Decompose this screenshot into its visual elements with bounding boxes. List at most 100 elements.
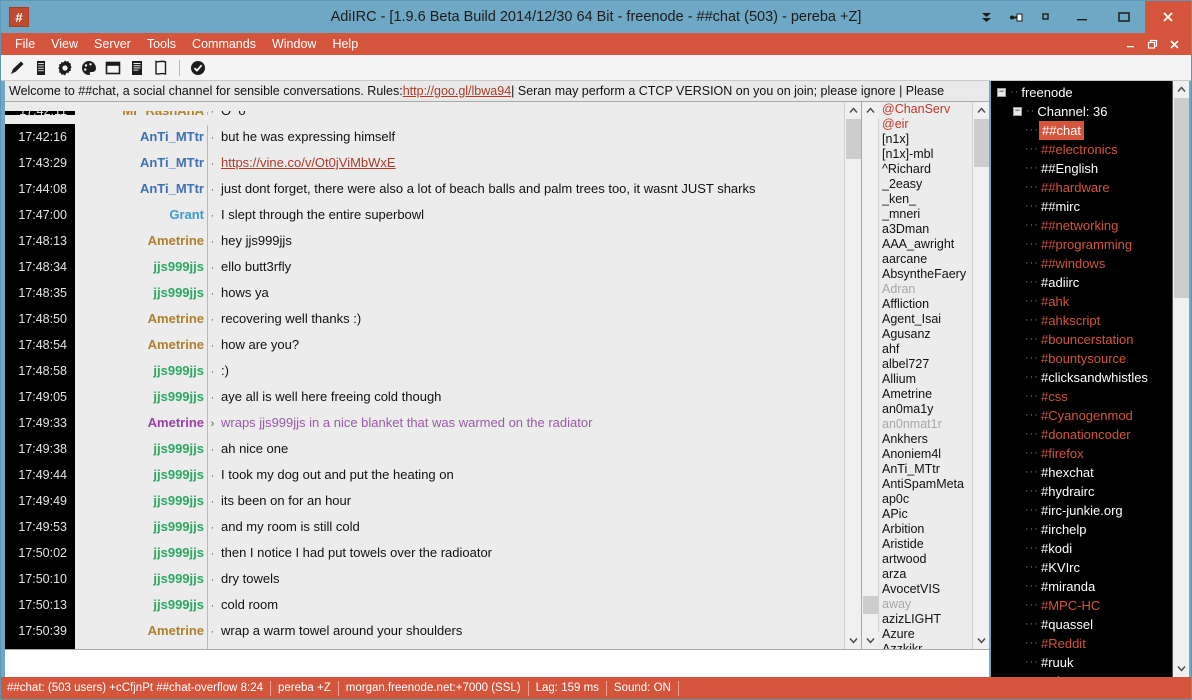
tree-channel-label[interactable]: #ahk (1039, 292, 1069, 311)
tree-item-channel[interactable]: ··· #irchelp (991, 520, 1172, 539)
tree-channel-label[interactable]: ##programming (1039, 235, 1132, 254)
server-tree[interactable]: − ·· freenode − ·· Channel: 36 ··· ##chat ··· ##e… (991, 81, 1172, 677)
nick-list-item[interactable]: Agent_Isai (882, 312, 972, 327)
tree-label-group[interactable]: Channel: 36 (1035, 102, 1107, 121)
tree-channel-label[interactable]: #MPC-HC (1039, 596, 1100, 615)
message-nick[interactable]: jjs999jjs (89, 462, 207, 488)
tree-channel-label[interactable]: #donationcoder (1039, 425, 1131, 444)
message-nick[interactable]: jjs999jjs (89, 566, 207, 592)
tree-item-channel[interactable]: ··· #miranda (991, 577, 1172, 596)
message-nick[interactable]: Mr_RashAhA (89, 111, 207, 115)
edit-pen-icon[interactable] (6, 57, 28, 79)
message-nick[interactable]: jjs999jjs (89, 436, 207, 462)
nicklist-scroll-thumb[interactable] (973, 119, 989, 167)
message-nick[interactable]: AnTi_MTtr (89, 176, 207, 202)
tree-item-channel[interactable]: ··· #firefox (991, 444, 1172, 463)
chat-scrollbar[interactable] (844, 102, 861, 649)
tree-item-channel[interactable]: ··· #kodi (991, 539, 1172, 558)
nick-list-item[interactable]: Ametrine (882, 387, 972, 402)
tree-item-channel[interactable]: ··· ##English (991, 159, 1172, 178)
nick-list-item[interactable]: artwood (882, 552, 972, 567)
nicklist-scrollbar[interactable] (972, 102, 989, 649)
tree-item-channel[interactable]: ··· #bouncerstation (991, 330, 1172, 349)
queue-icon[interactable] (971, 1, 1001, 33)
channel-topic-bar[interactable]: Welcome to ##chat, a social channel for … (5, 81, 989, 102)
nick-list-item[interactable]: Azzkikr (882, 642, 972, 649)
tree-item-channel[interactable]: ··· #clicksandwhistles (991, 368, 1172, 387)
nick-list-item[interactable]: ^Richard (882, 162, 972, 177)
nick-list-item[interactable]: Affliction (882, 297, 972, 312)
tree-item-channel[interactable]: ··· ##mirc (991, 197, 1172, 216)
message-link[interactable]: https://vine.co/v/Ot0jViMbWxE (221, 155, 396, 170)
logs-icon[interactable] (150, 57, 172, 79)
chat-scroll-down-icon[interactable] (844, 632, 861, 649)
check-mark-icon[interactable] (187, 57, 209, 79)
palette-icon[interactable] (78, 57, 100, 79)
nick-list-item[interactable]: Allium (882, 372, 972, 387)
plug-icon[interactable] (1001, 1, 1031, 33)
nick-list-item[interactable]: aarcane (882, 252, 972, 267)
nick-list-item[interactable]: AbsyntheFaery (882, 267, 972, 282)
tree-channel-label[interactable]: #hydrairc (1039, 482, 1094, 501)
tree-collapse-icon-group[interactable]: − (1013, 107, 1022, 116)
nick-list-item[interactable]: [n1x] (882, 132, 972, 147)
tree-item-channel[interactable]: ··· #Reddit (991, 634, 1172, 653)
message-nick[interactable]: jjs999jjs (89, 488, 207, 514)
message-nick[interactable]: jjs999jjs (89, 514, 207, 540)
message-nick[interactable]: Grant (89, 202, 207, 228)
tree-item-channel[interactable]: ··· ##chat (991, 121, 1172, 140)
tree-node-channel-group[interactable]: − ·· Channel: 36 (991, 102, 1172, 121)
tree-channel-label[interactable]: #hexchat (1039, 463, 1094, 482)
message-nick[interactable]: jjs999jjs (89, 254, 207, 280)
tree-item-channel[interactable]: ··· #irc-junkie.org (991, 501, 1172, 520)
close-button[interactable] (1145, 1, 1191, 33)
tree-item-channel[interactable]: ··· ##networking (991, 216, 1172, 235)
nick-list-item[interactable]: azizLIGHT (882, 612, 972, 627)
nicklist-scroll-down-icon[interactable] (972, 632, 989, 649)
window-layout-icon[interactable] (102, 57, 124, 79)
menu-server[interactable]: Server (86, 35, 139, 53)
message-nick[interactable]: Ametrine (89, 228, 207, 254)
tree-channel-label[interactable]: ##mirc (1039, 197, 1080, 216)
tree-item-channel[interactable]: ··· #KVIrc (991, 558, 1172, 577)
minimize-button[interactable] (1061, 1, 1103, 33)
tree-channel-label[interactable]: #irchelp (1039, 520, 1087, 539)
tree-item-channel[interactable]: ··· ##hardware (991, 178, 1172, 197)
menu-view[interactable]: View (43, 35, 86, 53)
message-nick[interactable]: jjs999jjs (89, 592, 207, 618)
nick-list-item[interactable]: Ankhers (882, 432, 972, 447)
tree-channel-label[interactable]: ##networking (1039, 216, 1118, 235)
tree-channel-label[interactable]: #bountysource (1039, 349, 1126, 368)
nick-list-item[interactable]: arza (882, 567, 972, 582)
tree-channel-label[interactable]: #firefox (1039, 444, 1084, 463)
menu-file[interactable]: File (7, 35, 43, 53)
message-nick[interactable]: Ametrine (89, 618, 207, 644)
message-nick[interactable]: Ametrine (89, 644, 207, 649)
status-cell[interactable]: morgan.freenode.net:+7000 (SSL) (339, 680, 529, 696)
tree-item-channel[interactable]: ··· #bountysource (991, 349, 1172, 368)
tree-channel-label[interactable]: #KVIrc (1039, 558, 1080, 577)
tree-item-channel[interactable]: ··· ##electronics (991, 140, 1172, 159)
nicklist-scroll-track[interactable] (973, 119, 990, 632)
nick-list-item[interactable]: Anoniem4l (882, 447, 972, 462)
nick-list-item[interactable]: [n1x]-mbl (882, 147, 972, 162)
tree-node-server[interactable]: − ·· freenode (991, 83, 1172, 102)
menu-tools[interactable]: Tools (139, 35, 184, 53)
nick-list-item[interactable]: Agusanz (882, 327, 972, 342)
message-nick[interactable]: Ametrine (89, 410, 207, 436)
tree-item-channel[interactable]: ··· #hydrairc (991, 482, 1172, 501)
chat-scroll-up-icon[interactable] (844, 102, 861, 119)
nick-list-item[interactable]: AntiSpamMeta (882, 477, 972, 492)
tree-scroll-track[interactable] (1173, 98, 1190, 660)
tree-channel-label[interactable]: #Reddit (1039, 634, 1086, 653)
nick-list-item[interactable]: _2easy (882, 177, 972, 192)
mdi-close-button[interactable] (1163, 34, 1185, 54)
tree-channel-label[interactable]: #adiirc (1039, 273, 1079, 292)
tree-channel-label[interactable]: #quassel (1039, 615, 1093, 634)
nicklist-left-thumb[interactable] (862, 596, 878, 614)
tree-item-channel[interactable]: ··· #ahkscript (991, 311, 1172, 330)
nick-list-item[interactable]: AnTi_MTtr (882, 462, 972, 477)
status-cell[interactable]: Sound: ON (607, 680, 679, 696)
tree-item-channel[interactable]: ··· #ruuk (991, 653, 1172, 672)
message-nick[interactable]: Ametrine (89, 306, 207, 332)
